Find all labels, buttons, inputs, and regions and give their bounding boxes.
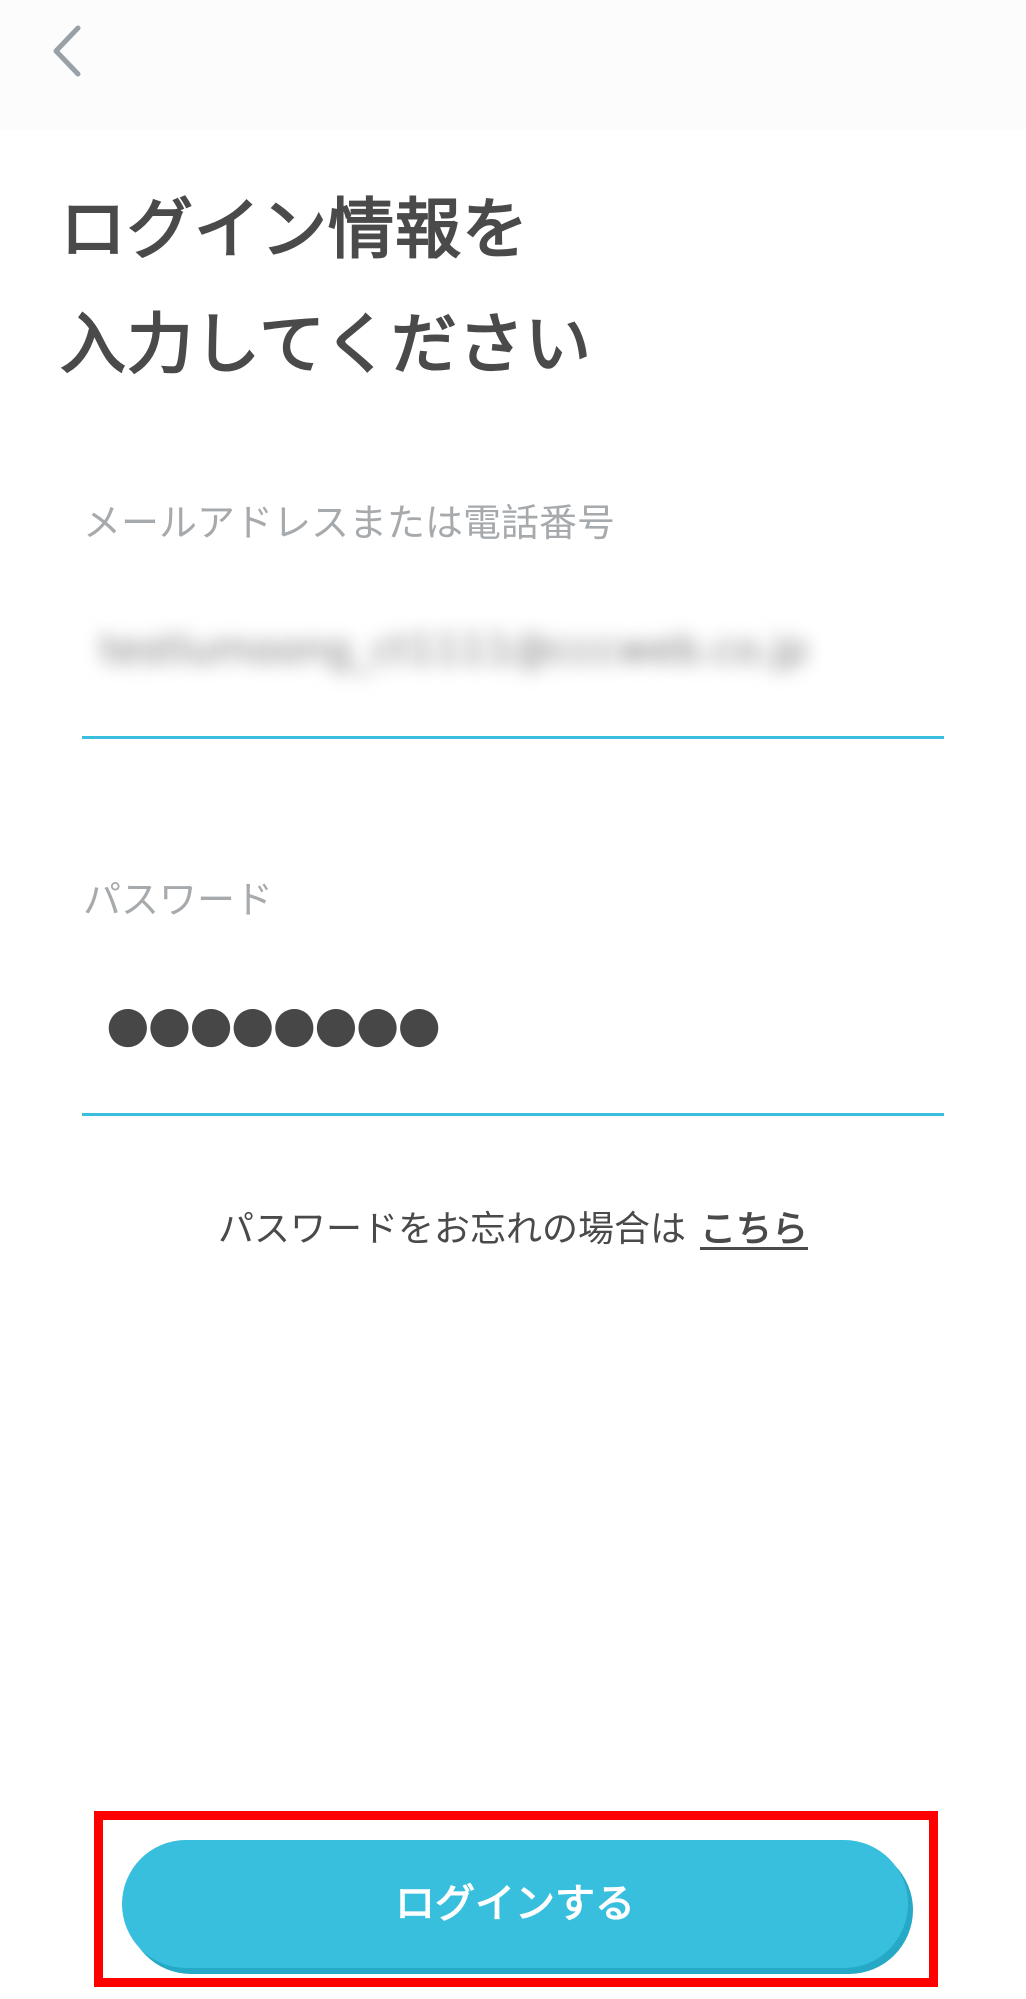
email-field-label: メールアドレスまたは電話番号: [83, 501, 616, 545]
chevron-left-icon: [53, 25, 81, 77]
page-title-line-2: 入力してください: [60, 306, 593, 383]
back-button[interactable]: [40, 16, 100, 86]
forgot-password-text: パスワードをお忘れの場合は: [217, 1209, 686, 1250]
password-field-label: パスワード: [83, 878, 274, 922]
forgot-password-link[interactable]: こちら: [700, 1209, 808, 1250]
login-screen: ログイン情報を 入力してください メールアドレスまたは電話番号 testlumo…: [0, 0, 1026, 1999]
page-title: ログイン情報を 入力してください: [60, 172, 960, 402]
page-title-line-1: ログイン情報を: [60, 191, 529, 268]
email-field-underline: [82, 736, 944, 739]
forgot-password-row: パスワードをお忘れの場合は こちら: [0, 1205, 1026, 1255]
top-navigation-bar: [0, 0, 1026, 130]
password-field-underline: [82, 1113, 944, 1116]
email-field[interactable]: testlumoong_ct1111@cccweb.co.jp: [100, 620, 880, 680]
password-field[interactable]: ●●●●●●●●: [106, 994, 441, 1054]
login-button[interactable]: ログインする: [122, 1840, 908, 1968]
